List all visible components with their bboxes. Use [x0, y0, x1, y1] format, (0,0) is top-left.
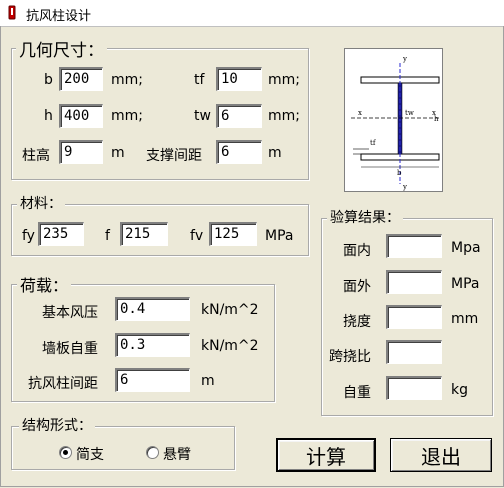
cantilever-radio[interactable]: [146, 446, 159, 459]
cantilever-label[interactable]: 悬臂: [163, 444, 191, 464]
section-diagram: y y x x tw tf b h: [344, 48, 444, 192]
h-input[interactable]: 400: [59, 104, 103, 128]
span-ratio-output[interactable]: [386, 340, 442, 364]
out-plane-label: 面外: [343, 279, 371, 295]
radio-selected-dot: [63, 450, 68, 455]
exit-button[interactable]: 退出: [390, 438, 492, 472]
fy-input[interactable]: 235: [38, 222, 84, 246]
self-weight-unit: kg: [451, 382, 468, 398]
column-spacing-unit: m: [201, 373, 215, 389]
wind-pressure-unit: kN/m^2: [201, 302, 259, 318]
fv-input[interactable]: 125: [209, 222, 257, 246]
column-spacing-input[interactable]: 6: [115, 368, 190, 392]
column-height-input[interactable]: 9: [59, 140, 103, 164]
fy-label: fy: [22, 228, 35, 244]
in-plane-unit: Mpa: [451, 240, 481, 256]
b-unit: mm;: [111, 72, 143, 88]
b-label: b: [44, 72, 53, 88]
title-bar: 抗风柱设计: [0, 0, 504, 27]
structure-legend: 结构形式：: [19, 415, 95, 435]
self-weight-label: 自重: [343, 385, 371, 401]
tf-input[interactable]: 10: [216, 67, 262, 91]
load-legend: 荷载：: [17, 272, 72, 296]
diagram-x-left-label: x: [358, 109, 362, 117]
tw-unit: mm;: [268, 108, 300, 124]
in-plane-label: 面内: [343, 243, 371, 259]
wall-weight-label: 墙板自重: [42, 341, 98, 357]
calculate-button[interactable]: 计算: [276, 438, 376, 472]
h-label: h: [44, 108, 53, 124]
simply-supported-radio[interactable]: [59, 446, 72, 459]
tf-label: tf: [194, 72, 205, 88]
fv-label: fv: [190, 228, 204, 244]
diagram-b-label: b: [397, 169, 402, 177]
wall-weight-input[interactable]: 0.3: [115, 333, 190, 357]
brace-spacing-input[interactable]: 6: [216, 140, 262, 164]
brace-spacing-unit: m: [268, 145, 282, 161]
out-plane-unit: MPa: [451, 276, 480, 292]
tw-input[interactable]: 6: [216, 104, 262, 128]
span-ratio-label: 跨挠比: [329, 349, 371, 365]
h-unit: mm;: [111, 108, 143, 124]
fv-unit: MPa: [265, 228, 294, 244]
wind-pressure-label: 基本风压: [42, 305, 98, 321]
in-plane-output[interactable]: [386, 234, 442, 258]
self-weight-output[interactable]: [386, 376, 442, 400]
tf-unit: mm;: [268, 72, 300, 88]
tw-label: tw: [194, 108, 211, 124]
deflection-label: 挠度: [343, 314, 371, 330]
column-height-label: 柱高: [22, 148, 50, 164]
f-input[interactable]: 215: [120, 222, 168, 246]
column-height-unit: m: [111, 145, 125, 161]
geometry-legend: 几何尺寸：: [16, 36, 107, 61]
window-title: 抗风柱设计: [26, 9, 92, 24]
out-plane-output[interactable]: [386, 270, 442, 294]
wall-weight-unit: kN/m^2: [201, 338, 259, 354]
diagram-tw-label: tw: [405, 109, 414, 117]
diagram-h-label: h: [434, 115, 439, 123]
results-legend: 验算结果：: [327, 207, 403, 227]
diagram-y-bottom-label: y: [402, 183, 407, 191]
column-spacing-label: 抗风柱间距: [28, 376, 98, 392]
material-legend: 材料：: [17, 193, 65, 213]
b-input[interactable]: 200: [59, 67, 103, 91]
app-icon: [8, 5, 16, 20]
simply-supported-label[interactable]: 简支: [76, 444, 104, 464]
brace-spacing-label: 支撑间距: [146, 148, 202, 164]
deflection-output[interactable]: [386, 305, 442, 329]
i-beam-section-image: y y x x tw tf b h: [351, 55, 444, 191]
wind-pressure-input[interactable]: 0.4: [115, 297, 190, 321]
f-label: f: [105, 228, 110, 244]
deflection-unit: mm: [451, 311, 479, 327]
diagram-y-top-label: y: [402, 55, 407, 63]
diagram-tf-label: tf: [370, 139, 377, 147]
